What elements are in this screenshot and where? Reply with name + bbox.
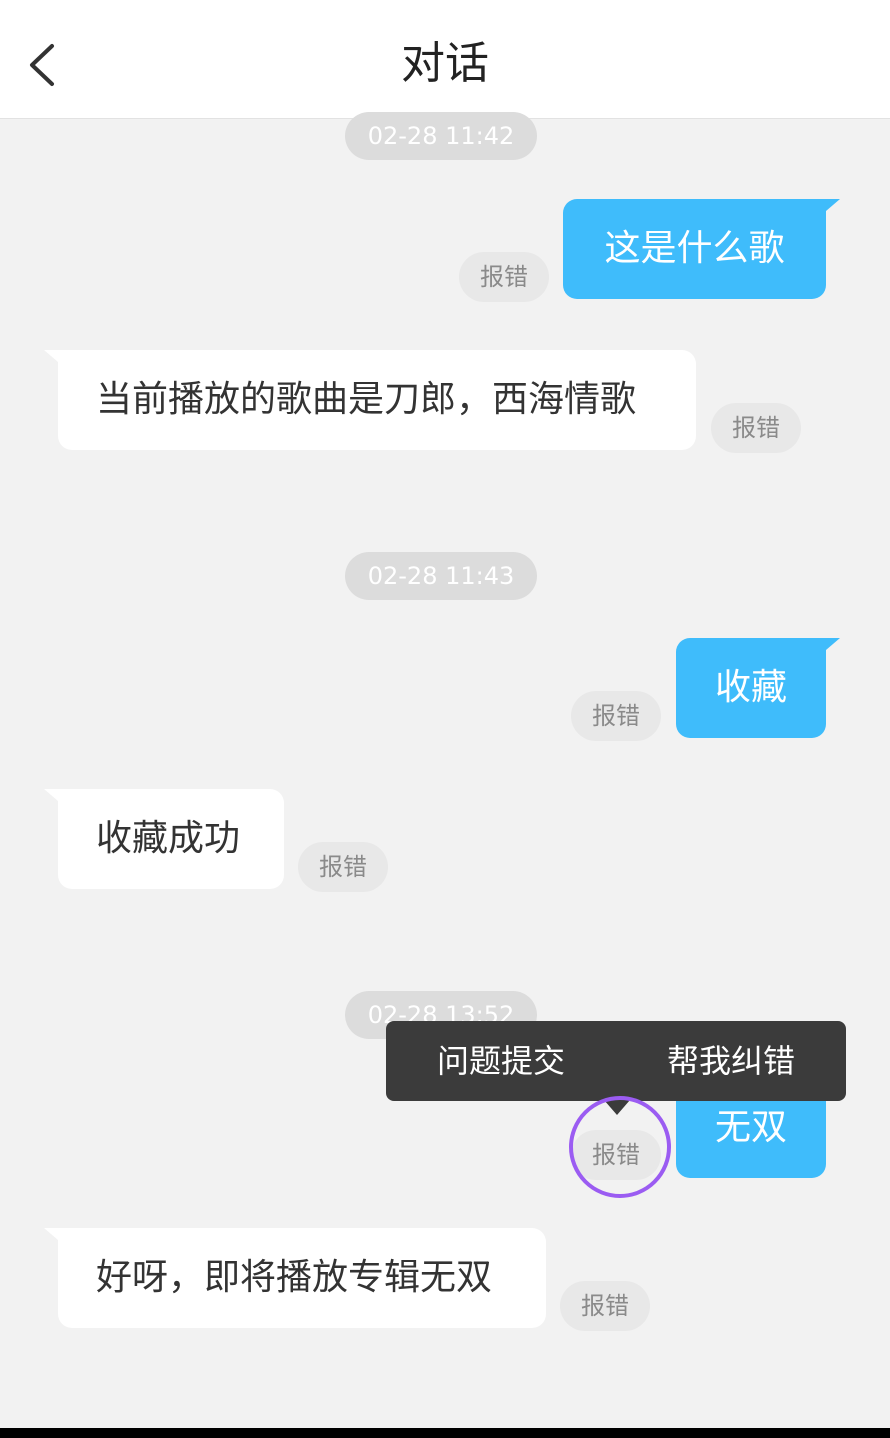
report-error-button[interactable]: 报错 [571,1130,661,1180]
outgoing-message-bubble[interactable]: 收藏 [676,638,840,738]
page-title: 对话 [401,38,489,89]
incoming-message-bubble[interactable]: 收藏成功 [44,789,284,889]
report-error-button[interactable]: 报错 [711,403,801,453]
incoming-message-bubble[interactable]: 当前播放的歌曲是刀郎，西海情歌 [44,350,696,450]
report-popup-menu: 问题提交 帮我纠错 [386,1021,846,1101]
submit-issue-option[interactable]: 问题提交 [386,1021,616,1101]
popup-pointer [604,1100,630,1115]
bottom-bar [0,1428,890,1438]
report-error-button[interactable]: 报错 [298,842,388,892]
app-header: 对话 [0,0,890,119]
report-error-button[interactable]: 报错 [571,691,661,741]
help-correct-option[interactable]: 帮我纠错 [616,1021,846,1101]
timestamp-pill: 02-28 11:43 [345,552,537,600]
report-error-button[interactable]: 报错 [560,1281,650,1331]
report-error-button[interactable]: 报错 [459,252,549,302]
incoming-message-bubble[interactable]: 好呀，即将播放专辑无双 [44,1228,546,1328]
timestamp-pill: 02-28 11:42 [345,112,537,160]
outgoing-message-bubble[interactable]: 这是什么歌 [563,199,840,299]
